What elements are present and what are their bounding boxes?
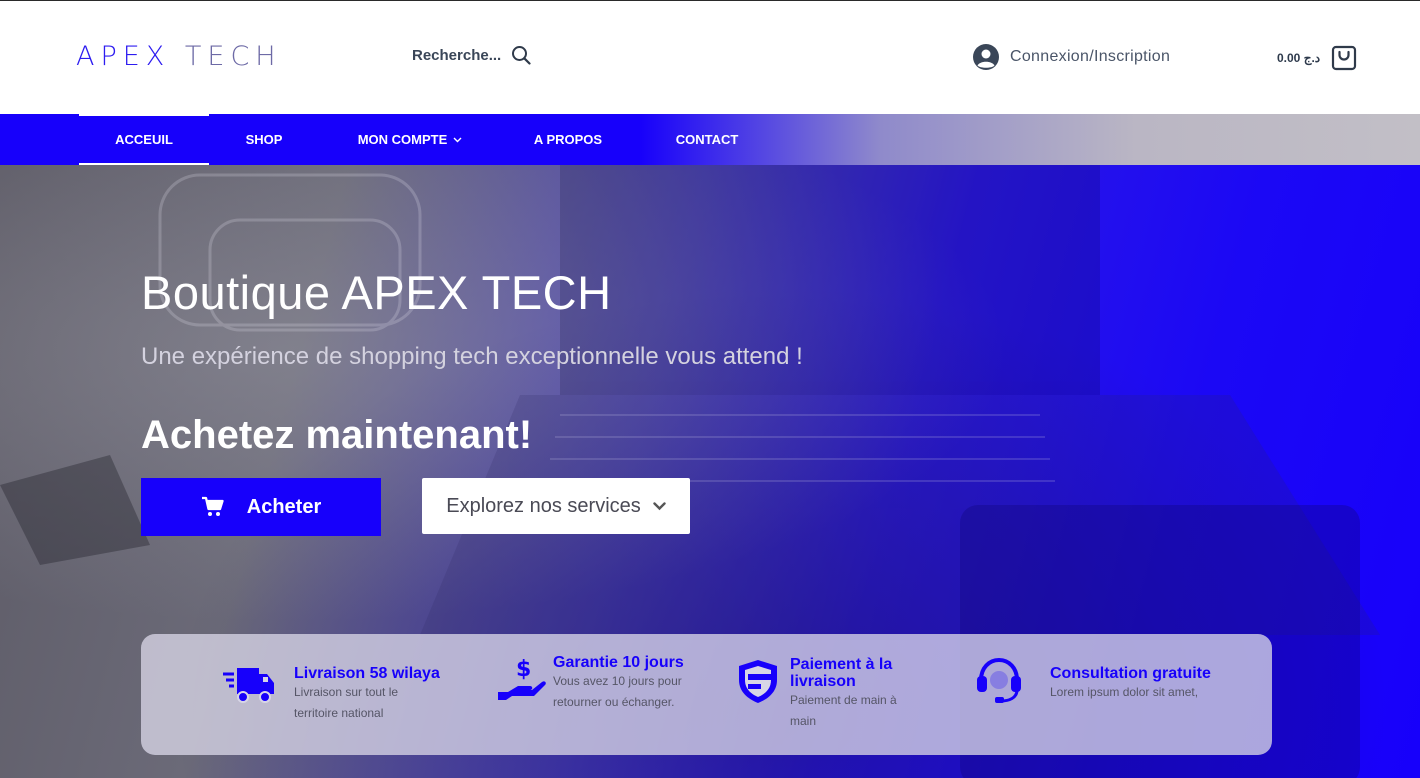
feature-description: Vous avez 10 jours pour retourner ou éch… bbox=[553, 674, 682, 709]
nav-label: CONTACT bbox=[675, 132, 739, 147]
main-nav: ACCEUIL SHOP MON COMPTE A PROPOS CONTACT bbox=[0, 114, 1420, 165]
feature-title: Paiement à la livraison bbox=[790, 656, 893, 690]
headset-icon bbox=[977, 657, 1021, 703]
feature-consultation: Consultation gratuite Lorem ipsum dolor … bbox=[975, 634, 1235, 755]
user-icon bbox=[973, 44, 999, 70]
hand-dollar-icon: $ bbox=[498, 657, 546, 700]
feature-title: Consultation gratuite bbox=[1050, 665, 1211, 682]
hero-title: Boutique APEX TECH bbox=[141, 266, 612, 319]
hero-banner: Boutique APEX TECH Une expérience de sho… bbox=[0, 165, 1420, 778]
chevron-down-icon bbox=[653, 501, 666, 510]
cart-button[interactable]: 0.00 د.ج bbox=[1277, 44, 1358, 72]
site-header: APEX TECH Recherche... Connexion/Inscrip… bbox=[0, 1, 1420, 114]
cart-icon bbox=[201, 496, 224, 516]
buy-button[interactable]: Acheter bbox=[141, 478, 381, 536]
feature-description: Paiement de main à main bbox=[790, 693, 897, 728]
explore-services-dropdown[interactable]: Explorez nos services bbox=[422, 478, 690, 534]
nav-item-accueil[interactable]: ACCEUIL bbox=[79, 114, 209, 165]
nav-label: ACCEUIL bbox=[115, 132, 173, 147]
features-bar: Livraison 58 wilaya Livraison sur tout l… bbox=[141, 634, 1272, 755]
account-label: Connexion/Inscription bbox=[1010, 48, 1171, 65]
svg-text:$: $ bbox=[516, 657, 531, 682]
feature-description: Livraison sur tout le territoire nationa… bbox=[294, 685, 399, 720]
shopping-bag-icon bbox=[1332, 45, 1357, 71]
hero-subtitle: Une expérience de shopping tech exceptio… bbox=[141, 343, 803, 370]
site-logo[interactable]: APEX TECH bbox=[76, 41, 282, 72]
feature-title: Livraison 58 wilaya bbox=[294, 665, 440, 682]
search-label: Recherche... bbox=[412, 46, 502, 64]
feature-garantie: $ Garantie 10 jours Vous avez 10 jours p… bbox=[496, 634, 706, 755]
nav-item-contact[interactable]: CONTACT bbox=[660, 114, 754, 165]
feature-title: Garantie 10 jours bbox=[553, 654, 684, 671]
feature-paiement: Paiement à la livraison Paiement de main… bbox=[737, 634, 947, 755]
nav-item-shop[interactable]: SHOP bbox=[228, 114, 300, 165]
nav-item-mon-compte[interactable]: MON COMPTE bbox=[345, 114, 475, 165]
logo-apex: APEX bbox=[76, 41, 171, 72]
nav-item-a-propos[interactable]: A PROPOS bbox=[520, 114, 616, 165]
nav-label: MON COMPTE bbox=[357, 132, 448, 147]
truck-icon bbox=[223, 668, 274, 703]
search-button[interactable]: Recherche... bbox=[412, 45, 531, 65]
feature-livraison: Livraison 58 wilaya Livraison sur tout l… bbox=[223, 634, 463, 755]
chevron-down-icon bbox=[453, 137, 462, 142]
nav-label: A PROPOS bbox=[533, 132, 603, 147]
card-shield-icon bbox=[739, 660, 777, 703]
search-icon bbox=[512, 46, 531, 65]
feature-description: Lorem ipsum dolor sit amet, bbox=[1050, 685, 1199, 699]
nav-label: SHOP bbox=[245, 132, 283, 147]
logo-tech: TECH bbox=[184, 41, 282, 72]
hero-cta-heading: Achetez maintenant! bbox=[141, 413, 533, 457]
account-link[interactable]: Connexion/Inscription bbox=[972, 43, 1170, 71]
cart-total: 0.00 د.ج bbox=[1277, 51, 1321, 65]
buy-button-label: Acheter bbox=[246, 495, 322, 518]
explore-button-label: Explorez nos services bbox=[446, 494, 641, 517]
